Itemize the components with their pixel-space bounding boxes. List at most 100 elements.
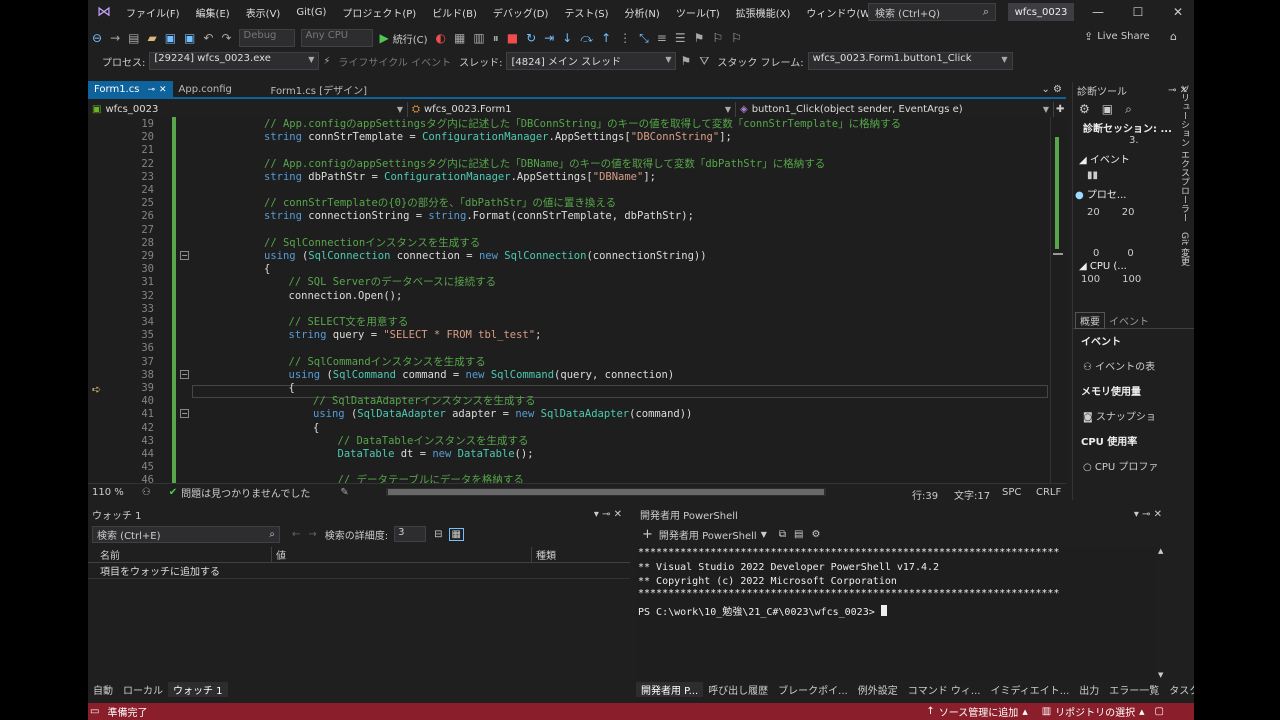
debug-tab[interactable]: 自動 xyxy=(88,682,118,697)
line-ending-indicator[interactable]: CRLF xyxy=(1036,487,1061,498)
window-controls-icon[interactable]: ▾ ⊸ ✕ xyxy=(1134,509,1162,520)
step-into-icon[interactable]: ↓ xyxy=(562,31,572,45)
search-box[interactable]: 検索 (Ctrl+Q) ⌕ xyxy=(868,3,996,21)
debug-tab[interactable]: 開発者用 P... xyxy=(636,681,704,697)
select-repository[interactable]: リポジトリの選択 xyxy=(1055,704,1135,719)
restart-icon[interactable]: ↻ xyxy=(526,31,536,45)
continue-button[interactable]: 続行(C) xyxy=(393,31,428,46)
watch-search-input[interactable]: 検索 (Ctrl+E) ⌕ xyxy=(92,525,280,543)
step-over-icon[interactable]: ⤼ xyxy=(580,31,593,46)
back-icon[interactable]: ⊖ xyxy=(92,31,102,45)
fold-toggle-icon[interactable]: − xyxy=(180,251,189,260)
debug-tab[interactable]: 呼び出し履歴 xyxy=(703,682,773,697)
split-icon[interactable]: ✚ xyxy=(1056,104,1064,115)
pin-icon[interactable]: ⊟ xyxy=(434,529,442,540)
step-out-icon[interactable]: ↑ xyxy=(601,31,611,45)
menu-item[interactable]: プロジェクト(P) xyxy=(334,5,424,20)
add-watch-row[interactable]: 項目をウォッチに追加する xyxy=(88,563,630,579)
terminal-scrollbar[interactable]: ▲ ▼ xyxy=(1156,547,1168,681)
breakpoint-nav-icon[interactable]: ⤡ xyxy=(639,31,649,46)
notification-icon[interactable]: ▭ xyxy=(90,706,99,717)
show-next-statement-icon[interactable]: ⇥ xyxy=(544,31,554,45)
new-terminal-button[interactable]: 開発者用 PowerShell xyxy=(659,527,757,542)
thread-select[interactable]: [4824] メイン スレッド ▼ xyxy=(506,52,677,70)
lifecycle-events-label[interactable]: ライフサイクル イベント xyxy=(338,54,451,69)
debug-tab[interactable]: タスク一覧 xyxy=(1164,682,1194,697)
bookmark-icon[interactable]: ⚑ xyxy=(694,31,705,45)
paste-icon[interactable]: ▤ xyxy=(794,529,803,540)
back-icon[interactable]: ← xyxy=(292,529,300,540)
intellicode-icon[interactable]: ⚇ xyxy=(142,487,151,498)
new-item-icon[interactable]: ▤ xyxy=(128,31,139,45)
undo-icon[interactable]: ↶ xyxy=(203,31,213,45)
stack-frame-select[interactable]: wfcs_0023.Form1.button1_Click ▼ xyxy=(807,52,1013,70)
config-select[interactable]: Debug xyxy=(238,29,295,47)
forward-icon[interactable]: → xyxy=(110,31,120,45)
debug-tab[interactable]: 出力 xyxy=(1074,682,1104,697)
solution-explorer-tab[interactable]: ソリューション エクスプローラー xyxy=(1178,84,1191,222)
issues-status[interactable]: 問題は見つかりませんでした xyxy=(181,485,310,500)
class-select[interactable]: ⛭ wfcs_0023.Form1 ▼ xyxy=(408,101,736,117)
redo-icon[interactable]: ↷ xyxy=(221,31,231,45)
search-depth-select[interactable]: 3 xyxy=(394,526,427,542)
menu-item[interactable]: 表示(V) xyxy=(238,5,289,20)
debug-tab[interactable]: ウォッチ 1 xyxy=(168,681,228,697)
menu-item[interactable]: テスト(S) xyxy=(556,5,616,20)
menu-item[interactable]: ファイル(F) xyxy=(118,5,188,20)
vertical-scrollbar[interactable] xyxy=(1050,117,1066,483)
scroll-up-icon[interactable]: ▲ xyxy=(1158,547,1163,555)
chevron-down-icon[interactable]: ▼ xyxy=(761,530,767,539)
hex-display-icon[interactable]: ⋮ xyxy=(619,31,631,45)
stop-icon[interactable]: ■ xyxy=(507,31,518,45)
fold-toggle-icon[interactable]: − xyxy=(180,369,189,379)
continue-icon[interactable]: ▶ xyxy=(380,31,389,45)
menu-item[interactable]: ビルド(B) xyxy=(424,5,485,20)
save-all-icon[interactable]: ▣ xyxy=(184,31,195,45)
menu-item[interactable]: ツール(T) xyxy=(668,5,728,20)
comment-icon[interactable]: ☰ xyxy=(675,31,686,45)
add-watch-label[interactable]: 項目をウォッチに追加する xyxy=(88,563,271,578)
tab-overflow-icon[interactable]: ⌄ ⚙ xyxy=(1041,84,1062,95)
add-to-source-control[interactable]: ソース管理に追加 xyxy=(939,704,1019,719)
terminal-output[interactable]: ****************************************… xyxy=(636,547,1156,681)
tab-form1-designer[interactable]: Form1.cs [デザイン] xyxy=(265,81,373,98)
open-icon[interactable]: ▰ xyxy=(147,31,156,45)
format-icon[interactable]: ≡ xyxy=(657,31,667,45)
code-editor[interactable]: 19 20 21 22 23 24 25 26 27 28 29 30 31 32 33 34 35 36 37 38… xyxy=(88,117,1066,483)
pause-icon[interactable]: ⏸ xyxy=(493,31,499,46)
column-type[interactable]: 種類 xyxy=(531,547,556,562)
zoom-icon[interactable]: ⌕ xyxy=(1125,102,1132,117)
method-select[interactable]: ◈ button1_Click(object sender, EventArgs … xyxy=(736,101,1054,117)
tab-form1-cs[interactable]: Form1.cs ⊸ ✕ xyxy=(88,81,173,98)
debug-tab[interactable]: ブレークポイ... xyxy=(773,682,853,697)
zoom-level[interactable]: 110 % xyxy=(92,487,124,498)
process-select[interactable]: [29224] wfcs_0023.exe ▼ xyxy=(149,52,320,70)
bookmark-next-icon[interactable]: ⚐ xyxy=(731,31,742,45)
tab-summary[interactable]: 概要 xyxy=(1075,312,1105,329)
platform-select[interactable]: Any CPU xyxy=(300,29,373,47)
horizontal-scrollbar[interactable] xyxy=(386,488,826,496)
debug-tab[interactable]: エラー一覧 xyxy=(1104,682,1164,697)
close-icon[interactable]: ✕ xyxy=(159,85,167,95)
debug-tab[interactable]: コマンド ウィ... xyxy=(903,682,986,697)
menu-item[interactable]: デバッグ(D) xyxy=(485,5,557,20)
horizontal-scrollbar-thumb[interactable] xyxy=(388,489,824,495)
menu-item[interactable]: 拡張機能(X) xyxy=(728,5,799,20)
fold-toggle-icon[interactable]: − xyxy=(180,409,189,419)
scrollbar-thumb[interactable] xyxy=(1053,253,1063,255)
lifecycle-icon[interactable]: ⚡ xyxy=(323,56,330,67)
git-changes-tab[interactable]: Git 変更 xyxy=(1178,232,1191,266)
bookmark-prev-icon[interactable]: ⚐ xyxy=(712,31,723,45)
feedback-icon[interactable]: ⌂ xyxy=(1170,30,1177,43)
debug-tab[interactable]: イミディエイト... xyxy=(985,682,1074,697)
settings-icon[interactable]: ⚙ xyxy=(1079,102,1090,116)
column-value[interactable]: 値 xyxy=(271,547,531,562)
minimize-icon[interactable]: — xyxy=(1088,4,1108,20)
live-share-button[interactable]: ⇪ Live Share xyxy=(1084,30,1150,43)
save-icon[interactable]: ▣ xyxy=(1102,102,1113,116)
menu-item[interactable]: 分析(N) xyxy=(617,5,668,20)
flag-icon[interactable]: ⚑ xyxy=(680,54,691,68)
settings-icon[interactable]: ⚙ xyxy=(811,529,820,540)
project-select[interactable]: ▣ wfcs_0023 ▼ xyxy=(88,101,408,117)
copy-icon[interactable]: ⧉ xyxy=(779,529,786,540)
